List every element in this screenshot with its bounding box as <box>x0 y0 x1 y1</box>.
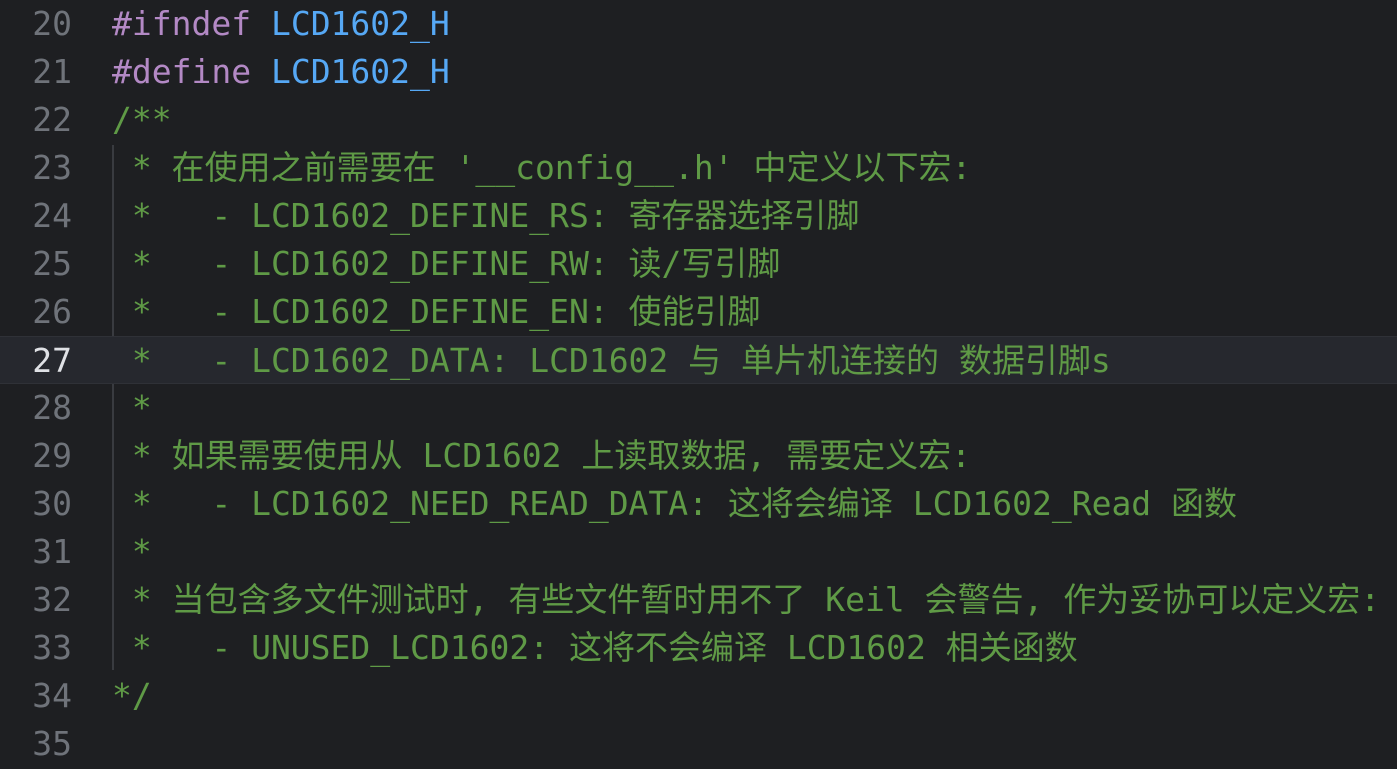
code-line[interactable]: 28 * <box>0 384 1397 432</box>
comment-token: * 当包含多文件测试时, 有些文件暂时用不了 Keil 会警告, 作为妥协可以定… <box>112 580 1381 619</box>
code-line[interactable]: 35 <box>0 720 1397 768</box>
code-text[interactable]: * - LCD1602_DATA: LCD1602 与 单片机连接的 数据引脚s <box>112 337 1111 385</box>
code-line[interactable]: 22 /** <box>0 96 1397 144</box>
line-number[interactable]: 26 <box>0 288 72 336</box>
code-line[interactable]: 24 * - LCD1602_DEFINE_RS: 寄存器选择引脚 <box>0 192 1397 240</box>
line-number[interactable]: 32 <box>0 576 72 624</box>
code-text[interactable]: * - LCD1602_DEFINE_RW: 读/写引脚 <box>112 240 781 288</box>
macro-name: LCD1602_H <box>270 4 450 43</box>
comment-token: * - LCD1602_NEED_READ_DATA: 这将会编译 LCD160… <box>112 484 1238 523</box>
line-number[interactable]: 33 <box>0 624 72 672</box>
line-number[interactable]: 30 <box>0 480 72 528</box>
code-line[interactable]: 27 * - LCD1602_DATA: LCD1602 与 单片机连接的 数据… <box>0 336 1397 384</box>
line-number[interactable]: 25 <box>0 240 72 288</box>
code-editor[interactable]: 20 #ifndef LCD1602_H 21 #define LCD1602_H 22… <box>0 0 1397 769</box>
preprocessor-directive: #define <box>112 52 271 91</box>
comment-token: * <box>112 532 152 571</box>
comment-token: * 在使用之前需要在 '__config__.h' 中定义以下宏: <box>112 148 972 187</box>
code-line[interactable]: 33 * - UNUSED_LCD1602: 这将不会编译 LCD1602 相关… <box>0 624 1397 672</box>
code-text[interactable]: * <box>112 528 152 576</box>
comment-token: * - UNUSED_LCD1602: 这将不会编译 LCD1602 相关函数 <box>112 628 1078 667</box>
code-line[interactable]: 34 */ <box>0 672 1397 720</box>
comment-token: * <box>112 388 152 427</box>
code-text[interactable]: #ifndef LCD1602_H <box>112 0 450 48</box>
code-text[interactable]: * <box>112 384 152 432</box>
line-number[interactable]: 23 <box>0 144 72 192</box>
line-number[interactable]: 28 <box>0 384 72 432</box>
code-line[interactable]: 31 * <box>0 528 1397 576</box>
code-text[interactable]: * - LCD1602_NEED_READ_DATA: 这将会编译 LCD160… <box>112 480 1237 528</box>
comment-token: /** <box>112 100 172 139</box>
line-number[interactable]: 35 <box>0 720 72 768</box>
line-number[interactable]: 21 <box>0 48 72 96</box>
line-number[interactable]: 22 <box>0 96 72 144</box>
line-number[interactable]: 29 <box>0 432 72 480</box>
code-text[interactable]: * 当包含多文件测试时, 有些文件暂时用不了 Keil 会警告, 作为妥协可以定… <box>112 576 1380 624</box>
macro-name: LCD1602_H <box>270 52 450 91</box>
code-line[interactable]: 30 * - LCD1602_NEED_READ_DATA: 这将会编译 LCD… <box>0 480 1397 528</box>
code-line[interactable]: 32 * 当包含多文件测试时, 有些文件暂时用不了 Keil 会警告, 作为妥协… <box>0 576 1397 624</box>
code-line[interactable]: 20 #ifndef LCD1602_H <box>0 0 1397 48</box>
line-number[interactable]: 20 <box>0 0 72 48</box>
preprocessor-directive: #ifndef <box>112 4 271 43</box>
comment-token: * - LCD1602_DATA: LCD1602 与 单片机连接的 数据引脚s <box>112 341 1111 380</box>
line-number[interactable]: 31 <box>0 528 72 576</box>
comment-token: * 如果需要使用从 LCD1602 上读取数据, 需要定义宏: <box>112 436 972 475</box>
code-text[interactable]: * - UNUSED_LCD1602: 这将不会编译 LCD1602 相关函数 <box>112 624 1078 672</box>
code-line[interactable]: 29 * 如果需要使用从 LCD1602 上读取数据, 需要定义宏: <box>0 432 1397 480</box>
comment-token: */ <box>112 676 152 715</box>
code-line[interactable]: 21 #define LCD1602_H <box>0 48 1397 96</box>
code-line[interactable]: 25 * - LCD1602_DEFINE_RW: 读/写引脚 <box>0 240 1397 288</box>
comment-token: * - LCD1602_DEFINE_RW: 读/写引脚 <box>112 244 781 283</box>
code-text[interactable]: */ <box>112 672 152 720</box>
comment-token: * - LCD1602_DEFINE_RS: 寄存器选择引脚 <box>112 196 860 235</box>
comment-token: * - LCD1602_DEFINE_EN: 使能引脚 <box>112 292 761 331</box>
code-text[interactable]: #define LCD1602_H <box>112 48 450 96</box>
line-number[interactable]: 24 <box>0 192 72 240</box>
code-text[interactable]: * - LCD1602_DEFINE_EN: 使能引脚 <box>112 288 761 336</box>
line-number[interactable]: 27 <box>0 337 72 385</box>
code-text[interactable]: /** <box>112 96 172 144</box>
code-text[interactable]: * 在使用之前需要在 '__config__.h' 中定义以下宏: <box>112 144 972 192</box>
code-text[interactable]: * 如果需要使用从 LCD1602 上读取数据, 需要定义宏: <box>112 432 971 480</box>
code-line[interactable]: 23 * 在使用之前需要在 '__config__.h' 中定义以下宏: <box>0 144 1397 192</box>
code-line[interactable]: 26 * - LCD1602_DEFINE_EN: 使能引脚 <box>0 288 1397 336</box>
line-number[interactable]: 34 <box>0 672 72 720</box>
code-text[interactable]: * - LCD1602_DEFINE_RS: 寄存器选择引脚 <box>112 192 860 240</box>
